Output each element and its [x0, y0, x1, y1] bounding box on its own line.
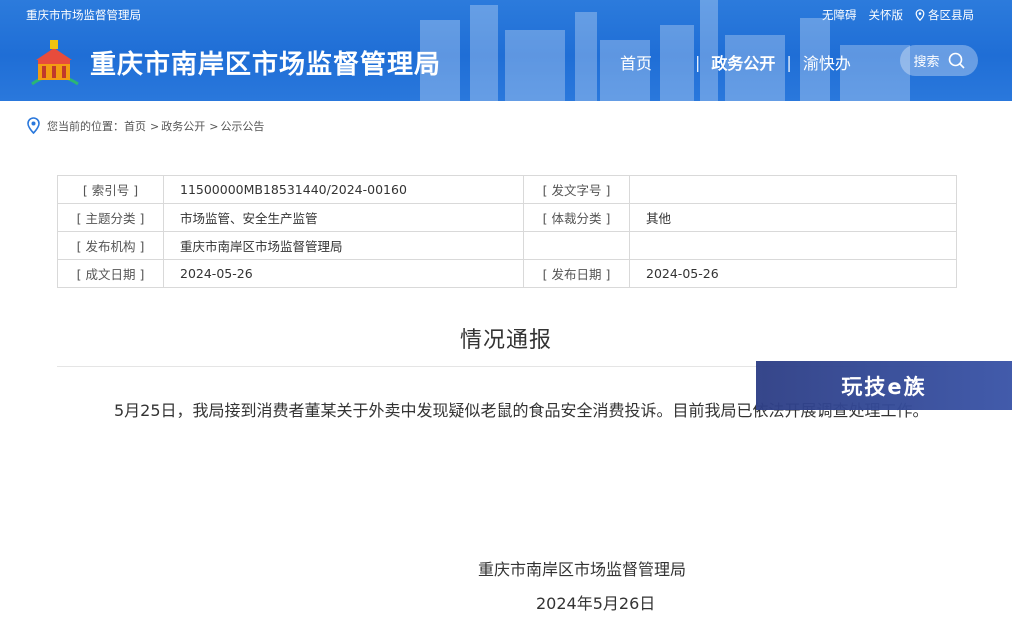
breadcrumb-separator: >	[150, 119, 160, 133]
doc-no-value	[629, 175, 957, 204]
care-mode-link[interactable]: 关怀版	[869, 7, 904, 23]
nav-separator: |	[786, 52, 792, 72]
empty-cell	[523, 231, 630, 260]
main-nav: 首页 | 政务公开 | 渝快办	[620, 50, 862, 74]
breadcrumb-home[interactable]: 首页	[124, 118, 146, 134]
empty-cell	[629, 231, 957, 260]
table-row: [ 索引号 ] 11500000MB18531440/2024-00160 [ …	[57, 175, 957, 204]
topic-label: [ 主题分类 ]	[57, 203, 164, 232]
location-pin-icon	[27, 117, 40, 135]
site-header: 重庆市市场监督管理局 无障碍 关怀版 各区县局 重庆市南岸区市场监督管理局 首页…	[0, 0, 1012, 101]
nav-separator: |	[695, 52, 701, 72]
publisher-value: 重庆市南岸区市场监督管理局	[163, 231, 524, 260]
accessibility-link[interactable]: 无障碍	[822, 7, 857, 23]
site-title[interactable]: 重庆市南岸区市场监督管理局	[90, 44, 441, 81]
signature-organization: 重庆市南岸区市场监督管理局	[478, 560, 687, 579]
district-site-link[interactable]: 各区县局	[915, 7, 974, 23]
signature-date: 2024年5月26日	[536, 594, 656, 613]
created-date-label: [ 成文日期 ]	[57, 259, 164, 288]
published-date-label: [ 发布日期 ]	[523, 259, 630, 288]
index-no-value: 11500000MB18531440/2024-00160	[163, 175, 524, 204]
document-metadata-table: [ 索引号 ] 11500000MB18531440/2024-00160 [ …	[57, 175, 957, 288]
table-row: [ 主题分类 ] 市场监管、安全生产监管 [ 体裁分类 ] 其他	[57, 203, 957, 232]
article-title: 情况通报	[459, 328, 552, 353]
search-button[interactable]: 搜索	[900, 45, 978, 76]
search-label: 搜索	[913, 55, 940, 70]
topic-value: 市场监管、安全生产监管	[163, 203, 524, 232]
nav-yukuaiban[interactable]: 渝快办	[792, 50, 862, 74]
table-row: [ 成文日期 ] 2024-05-26 [ 发布日期 ] 2024-05-26	[57, 259, 957, 288]
parent-site-link[interactable]: 重庆市市场监督管理局	[26, 7, 141, 23]
location-pin-icon	[915, 9, 925, 21]
genre-label: [ 体裁分类 ]	[523, 203, 630, 232]
breadcrumb-notice[interactable]: 公示公告	[220, 118, 264, 134]
index-no-label: [ 索引号 ]	[57, 175, 164, 204]
breadcrumb: 您当前的位置： 首页 > 政务公开 > 公示公告	[26, 117, 264, 135]
site-logo[interactable]	[26, 38, 82, 86]
breadcrumb-separator: >	[209, 119, 219, 133]
doc-no-label: [ 发文字号 ]	[523, 175, 630, 204]
search-icon	[948, 52, 965, 69]
utility-links: 无障碍 关怀版 各区县局	[822, 7, 974, 23]
nav-home[interactable]: 首页	[620, 50, 663, 74]
created-date-value: 2024-05-26	[163, 259, 524, 288]
breadcrumb-prefix: 您当前的位置：	[47, 120, 124, 133]
publisher-label: [ 发布机构 ]	[57, 231, 164, 260]
nav-gov-open[interactable]: 政务公开	[700, 50, 786, 74]
district-site-label: 各区县局	[928, 8, 974, 22]
published-date-value: 2024-05-26	[629, 259, 957, 288]
table-row: [ 发布机构 ] 重庆市南岸区市场监督管理局	[57, 231, 957, 260]
breadcrumb-gov-open[interactable]: 政务公开	[161, 118, 205, 134]
watermark-badge: 玩技e族	[756, 361, 1012, 410]
genre-value: 其他	[629, 203, 957, 232]
